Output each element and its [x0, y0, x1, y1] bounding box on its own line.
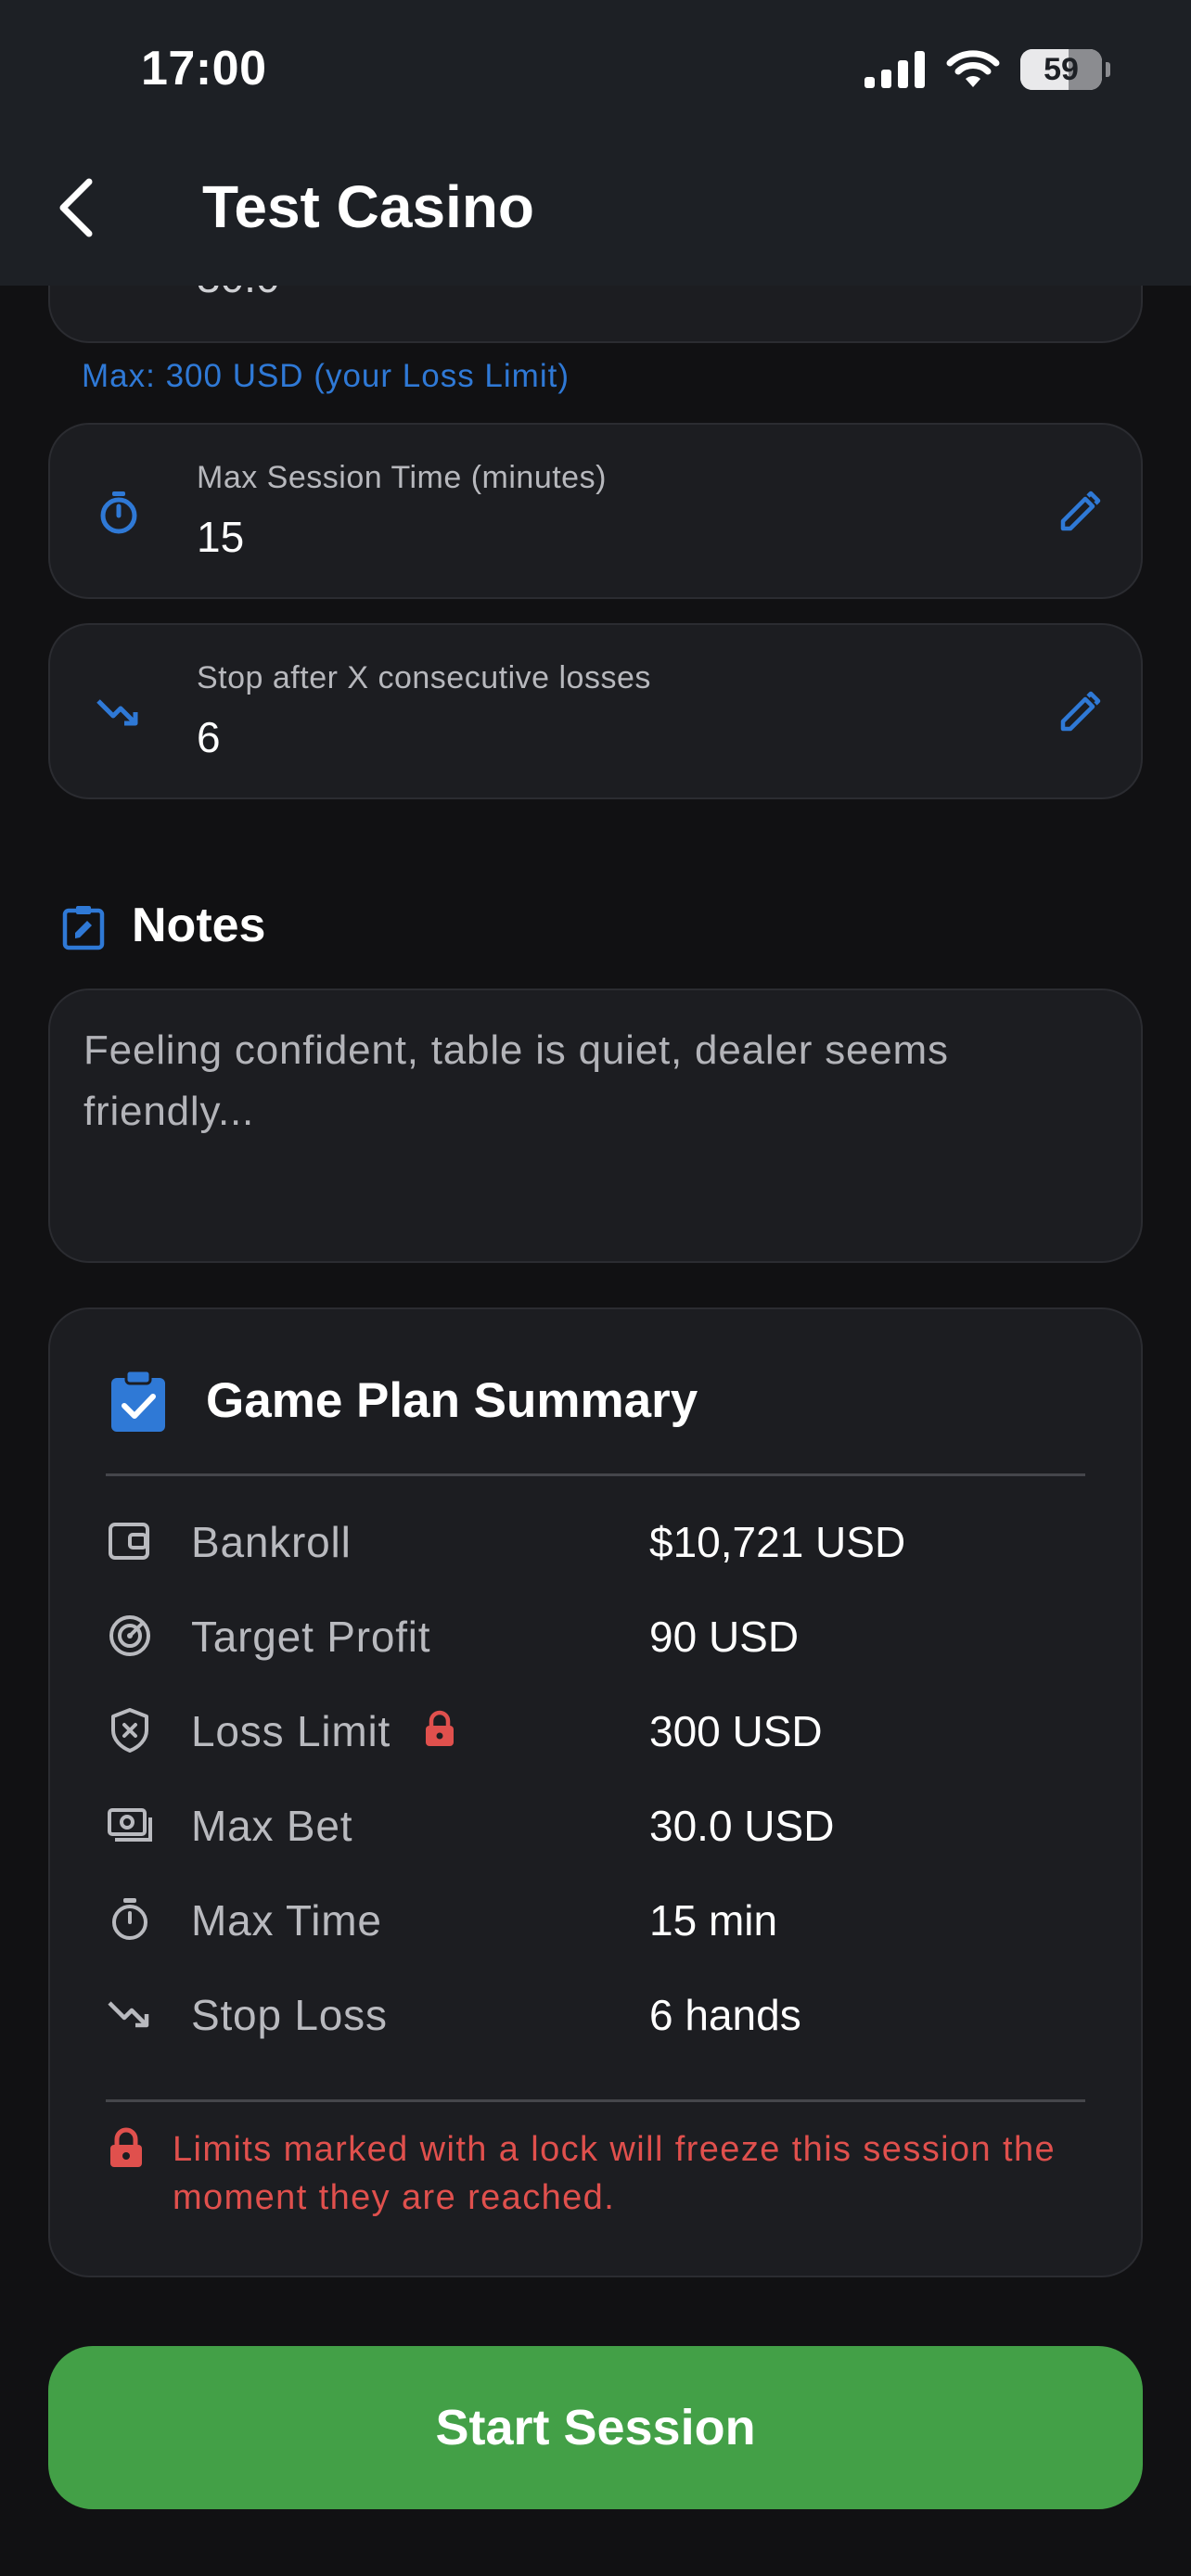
summary-row-value: 300 USD	[649, 1707, 823, 1755]
timer-icon	[100, 491, 137, 534]
summary-row-label: Target Profit	[191, 1613, 431, 1661]
shield-icon	[111, 1708, 148, 1753]
target-icon	[109, 1615, 150, 1656]
max-session-time-label: Max Session Time (minutes)	[197, 460, 607, 495]
clipboard-check-icon	[111, 1369, 165, 1432]
wallet-icon	[109, 1523, 149, 1560]
summary-row-label: Max Time	[191, 1896, 382, 1945]
max-session-time-field[interactable]: Max Session Time (minutes) 15	[48, 423, 1143, 599]
consecutive-losses-label: Stop after X consecutive losses	[197, 660, 651, 695]
summary-title: Game Plan Summary	[206, 1373, 698, 1428]
status-time: 17:00	[141, 42, 267, 96]
lock-icon	[110, 2127, 142, 2167]
lock-icon	[426, 1710, 454, 1746]
summary-divider	[106, 1473, 1085, 1476]
edit-icon[interactable]	[1056, 690, 1102, 736]
top-bar: 17:00 59 Test Casino	[0, 0, 1191, 286]
summary-row-value: $10,721 USD	[649, 1518, 906, 1566]
summary-row-label: Max Bet	[191, 1802, 353, 1850]
consecutive-losses-field[interactable]: Stop after X consecutive losses 6	[48, 623, 1143, 799]
battery-indicator: 59	[1020, 49, 1110, 90]
cash-icon	[108, 1808, 152, 1842]
clipboard-edit-icon	[62, 906, 105, 950]
summary-row-value: 6 hands	[649, 1991, 801, 2039]
lock-warning-text: Limits marked with a lock will freeze th…	[173, 2130, 1057, 2217]
wifi-icon	[946, 50, 1000, 87]
summary-row-label: Bankroll	[191, 1518, 352, 1566]
trending-down-icon	[108, 2001, 149, 2028]
start-session-button[interactable]: Start Session	[48, 2346, 1143, 2509]
consecutive-losses-value: 6	[197, 713, 221, 761]
max-bet-hint: Max: 300 USD (your Loss Limit)	[82, 358, 570, 394]
max-session-time-value: 15	[197, 513, 245, 561]
edit-icon[interactable]	[1056, 490, 1102, 536]
timer-icon	[112, 1898, 147, 1940]
signal-icon	[864, 51, 925, 88]
notes-heading: Notes	[132, 899, 266, 952]
notes-text: Feeling confident, table is quiet, deale…	[83, 1027, 949, 1134]
summary-row-label: Loss Limit	[191, 1707, 391, 1755]
status-icons: 59	[864, 46, 1110, 93]
back-button[interactable]	[52, 174, 104, 241]
summary-row-value: 90 USD	[649, 1613, 800, 1661]
trending-down-icon	[96, 699, 138, 726]
summary-divider	[106, 2099, 1085, 2102]
summary-row-value: 15 min	[649, 1896, 778, 1945]
summary-row-label: Stop Loss	[191, 1991, 388, 2039]
page-title: Test Casino	[202, 173, 534, 240]
summary-row-value: 30.0 USD	[649, 1802, 835, 1850]
